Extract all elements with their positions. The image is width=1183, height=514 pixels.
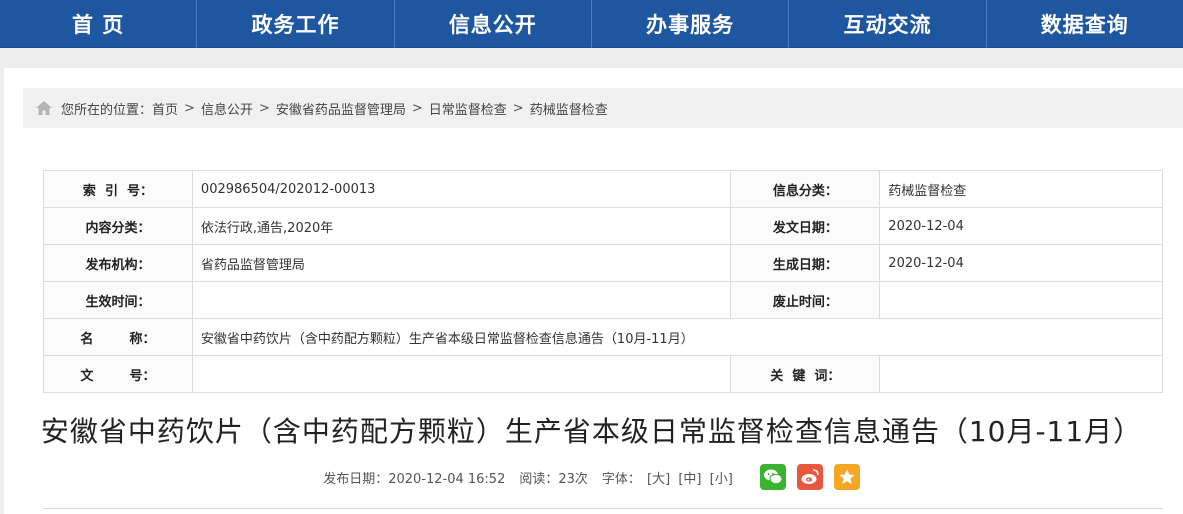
- document-number-value: [191, 355, 732, 393]
- article-title: 安徽省中药饮片（含中药配方颗粒）生产省本级日常监督检查信息通告（10月-11月）: [40, 415, 1143, 448]
- created-date-value: 2020-12-04: [879, 244, 1163, 282]
- keywords-value: [879, 355, 1163, 393]
- breadcrumb-daily-inspection[interactable]: 日常监督检查: [429, 99, 507, 118]
- publisher-value: 省药品监督管理局: [191, 244, 732, 282]
- spacer: [0, 48, 1183, 68]
- breadcrumb-information-disclosure[interactable]: 信息公开: [201, 99, 253, 118]
- table-row: 发布机构： 省药品监督管理局 生成日期： 2020-12-04: [43, 244, 1163, 282]
- table-row: 文 号： 关 键 词：: [43, 355, 1163, 393]
- document-metadata-table: 索 引 号： 002986504/202012-00013 信息分类： 药械监督…: [43, 170, 1164, 393]
- publish-date: 发布日期：2020-12-04 16:52: [323, 471, 506, 487]
- table-row: 内容分类： 依法行政,通告,2020年 发文日期： 2020-12-04: [43, 207, 1163, 245]
- nav-item-data-query[interactable]: 数据查询: [987, 0, 1183, 48]
- keywords-label: 关 键 词：: [730, 355, 881, 393]
- font-size-controls: 字体： [大] [中] [小]: [602, 468, 735, 487]
- font-size-small-button[interactable]: [小]: [710, 472, 733, 487]
- category-label: 信息分类：: [730, 170, 881, 208]
- article-info-bar: 发布日期：2020-12-04 16:52 阅读：23次 字体： [大] [中]…: [0, 464, 1183, 490]
- name-label: 名 称：: [43, 318, 193, 356]
- table-row: 生效时间： 废止时间：: [43, 281, 1163, 319]
- nav-item-home[interactable]: 首 页: [0, 0, 198, 48]
- top-navigation: 首 页 政务工作 信息公开 办事服务 互动交流 数据查询: [0, 0, 1183, 48]
- breadcrumb-home[interactable]: 首页: [152, 99, 178, 118]
- table-row: 索 引 号： 002986504/202012-00013 信息分类： 药械监督…: [43, 170, 1163, 208]
- nav-item-interaction[interactable]: 互动交流: [789, 0, 987, 48]
- weibo-icon[interactable]: [796, 464, 823, 490]
- breadcrumb-separator: >: [184, 100, 195, 116]
- effective-time-value: [191, 281, 732, 319]
- nav-item-services[interactable]: 办事服务: [592, 0, 790, 48]
- star-icon[interactable]: [833, 464, 860, 490]
- issue-date-label: 发文日期：: [730, 207, 881, 245]
- issue-date-value: 2020-12-04: [879, 207, 1163, 245]
- breadcrumb: 您所在的位置： 首页 > 信息公开 > 安徽省药品监督管理局 > 日常监督检查 …: [23, 88, 1183, 128]
- index-number-label: 索 引 号：: [43, 170, 193, 208]
- created-date-label: 生成日期：: [730, 244, 881, 282]
- breadcrumb-prefix: 您所在的位置：: [61, 102, 153, 118]
- content-type-value: 依法行政,通告,2020年: [191, 207, 732, 245]
- repeal-time-label: 废止时间：: [730, 281, 881, 319]
- divider: [43, 508, 1163, 509]
- nav-item-information-disclosure[interactable]: 信息公开: [395, 0, 592, 48]
- publisher-label: 发布机构：: [43, 244, 193, 282]
- document-number-label: 文 号：: [43, 355, 193, 393]
- category-value: 药械监督检查: [879, 170, 1163, 208]
- effective-time-label: 生效时间：: [43, 281, 193, 319]
- breadcrumb-separator: >: [411, 100, 423, 116]
- wechat-icon[interactable]: [759, 464, 786, 490]
- font-size-medium-button[interactable]: [中]: [678, 472, 701, 487]
- font-size-label: 字体：: [601, 471, 641, 487]
- nav-item-government-work[interactable]: 政务工作: [197, 0, 395, 48]
- repeal-time-value: [879, 281, 1163, 319]
- table-row: 名 称： 安徽省中药饮片（含中药配方颗粒）生产省本级日常监督检查信息通告（10月…: [43, 318, 1164, 356]
- breadcrumb-separator: >: [512, 100, 524, 116]
- breadcrumb-agency[interactable]: 安徽省药品监督管理局: [276, 99, 406, 118]
- view-count: 阅读：23次: [519, 471, 588, 487]
- index-number-value: 002986504/202012-00013: [191, 170, 732, 208]
- breadcrumb-separator: >: [258, 100, 270, 116]
- font-size-large-button[interactable]: [大]: [647, 472, 670, 487]
- home-icon: [35, 100, 53, 116]
- content-type-label: 内容分类：: [43, 207, 193, 245]
- name-value: 安徽省中药饮片（含中药配方颗粒）生产省本级日常监督检查信息通告（10月-11月）: [191, 318, 1164, 356]
- breadcrumb-drug-device-inspection[interactable]: 药械监督检查: [530, 99, 608, 118]
